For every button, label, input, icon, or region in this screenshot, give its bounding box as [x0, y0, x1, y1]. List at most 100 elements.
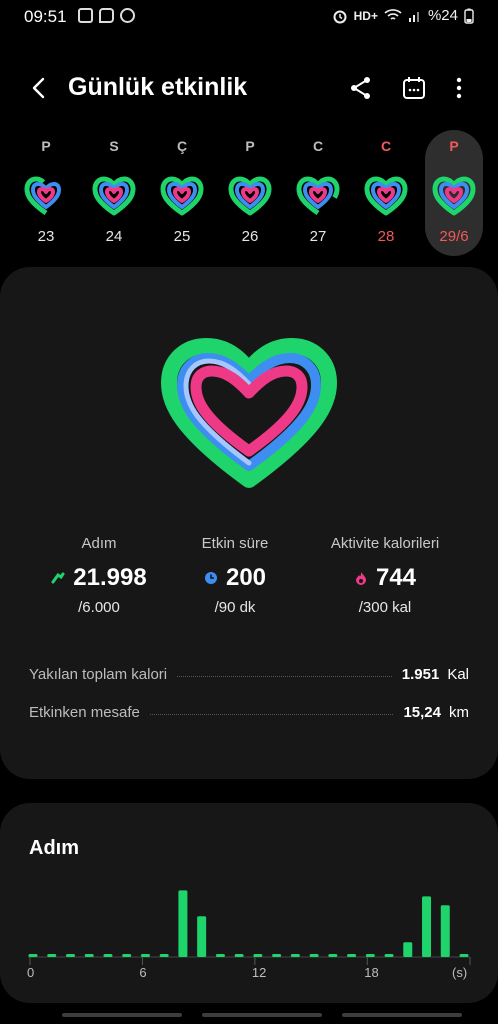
steps-chart-card[interactable]: Adım 0 6 12 18 (s): [0, 803, 498, 1003]
total-calories-label: Yakılan toplam kalori: [29, 665, 168, 683]
chart-bar[interactable]: [309, 954, 319, 957]
day-letter: C: [380, 138, 392, 154]
status-time: 09:51: [24, 7, 67, 26]
active-time-stat[interactable]: Etkin süre 200 /90 dk: [155, 535, 315, 616]
day-letter: P: [449, 138, 459, 154]
chart-bar[interactable]: [234, 954, 244, 957]
day-letter: P: [41, 138, 51, 154]
activity-summary-card: Adım 21.998 /6.000 Etkin süre 200 /90 dk…: [0, 267, 498, 779]
chart-bar[interactable]: [47, 954, 57, 957]
chart-bar[interactable]: [365, 954, 375, 957]
system-status: HD+ %24: [332, 7, 474, 24]
nav-recent-hint[interactable]: [62, 1013, 182, 1017]
chart-bar[interactable]: [347, 954, 357, 957]
dotted-leader: [149, 713, 394, 715]
message-icon: [99, 8, 114, 23]
day-number: 24: [105, 228, 123, 245]
day-activity-heart-icon: [92, 176, 136, 216]
navigation-bar: [0, 1003, 498, 1024]
day-letter: Ç: [176, 138, 188, 154]
signal-icon: [408, 11, 419, 22]
chart-bar[interactable]: [65, 954, 75, 957]
chart-bar[interactable]: [440, 905, 450, 957]
chart-bar[interactable]: [403, 942, 413, 957]
more-vert-icon[interactable]: [445, 74, 473, 102]
alarm-icon: [333, 10, 347, 23]
chart-bar[interactable]: [122, 954, 132, 957]
active-distance-row: Etkinken mesafe 15,24 km: [29, 701, 469, 723]
day-24[interactable]: S 24: [85, 130, 143, 256]
total-calories-row: Yakılan toplam kalori 1.951 Kal: [29, 663, 469, 685]
day-activity-heart-icon: [24, 176, 68, 216]
network-type: HD+: [353, 8, 378, 23]
week-selector: P 23 S 24 Ç 25 P 26 C 27 C 28 P 29/6: [12, 130, 492, 260]
calories-value: 744: [375, 564, 417, 591]
calories-stat[interactable]: Aktivite kalorileri 744 /300 kal: [305, 535, 465, 616]
x-tick-label: 18: [364, 965, 378, 980]
steps-bar-chart: 0 6 12 18 (s): [27, 890, 471, 980]
day-28[interactable]: C 28: [357, 130, 415, 256]
day-activity-heart-icon: [160, 176, 204, 216]
day-23[interactable]: P 23: [17, 130, 75, 256]
calendar-icon[interactable]: [400, 74, 428, 102]
day-29-6[interactable]: P 29/6: [425, 130, 483, 256]
chart-bar[interactable]: [84, 954, 94, 957]
day-letter: C: [312, 138, 324, 154]
active-distance-value: 15,24: [403, 703, 441, 721]
day-activity-heart-icon: [432, 176, 476, 216]
day-activity-heart-icon: [364, 176, 408, 216]
day-number: 23: [37, 228, 55, 245]
day-25[interactable]: Ç 25: [153, 130, 211, 256]
day-26[interactable]: P 26: [221, 130, 279, 256]
active-distance-unit: km: [449, 703, 469, 721]
day-activity-heart-icon: [296, 176, 340, 216]
share-icon[interactable]: [347, 74, 375, 102]
back-arrow-icon[interactable]: [26, 74, 54, 102]
chart-bar[interactable]: [159, 954, 169, 957]
clock-icon: [204, 572, 217, 584]
walking-icon: [51, 572, 65, 584]
day-activity-heart-icon: [228, 176, 272, 216]
active-time-goal: /90 dk: [214, 599, 256, 616]
chart-bar[interactable]: [290, 954, 300, 957]
chart-bar[interactable]: [103, 954, 113, 957]
total-calories-value: 1.951: [401, 665, 440, 683]
battery-icon: [464, 8, 474, 24]
chart-bar[interactable]: [384, 954, 394, 957]
chart-bar[interactable]: [253, 954, 263, 957]
calories-goal: /300 kal: [358, 599, 412, 616]
gallery-icon: [78, 8, 93, 23]
x-tick-label: 6: [139, 965, 146, 980]
steps-value: 21.998: [73, 564, 147, 591]
chart-bar[interactable]: [28, 954, 38, 957]
day-letter: S: [109, 138, 119, 154]
day-number: 26: [241, 228, 259, 245]
day-number: 27: [309, 228, 327, 245]
activity-rings-heart: [161, 338, 337, 488]
screen-record-icon: [120, 8, 135, 23]
status-bar: 09:51 HD+ %24: [0, 0, 498, 34]
chart-bar[interactable]: [459, 954, 469, 957]
chart-bar[interactable]: [197, 916, 207, 957]
chart-bar[interactable]: [178, 890, 188, 957]
day-27[interactable]: C 27: [289, 130, 347, 256]
notification-icons: [78, 8, 135, 23]
app-header: Günlük etkinlik: [0, 60, 498, 116]
calories-label: Aktivite kalorileri: [330, 535, 440, 552]
active-distance-label: Etkinken mesafe: [29, 703, 140, 721]
x-tick-label: 0: [27, 965, 34, 980]
total-calories-unit: Kal: [447, 665, 469, 683]
chart-bar[interactable]: [422, 896, 432, 957]
active-time-value: 200: [225, 564, 267, 591]
chart-bar[interactable]: [140, 954, 150, 957]
nav-back-hint[interactable]: [342, 1013, 462, 1017]
flame-icon: [355, 572, 366, 585]
chart-bar[interactable]: [272, 954, 282, 957]
nav-home-hint[interactable]: [202, 1013, 322, 1017]
chart-bar[interactable]: [215, 954, 225, 957]
day-number: 29/6: [439, 228, 469, 245]
dotted-leader: [177, 675, 392, 677]
wifi-icon: [384, 9, 402, 20]
day-number: 25: [173, 228, 191, 245]
chart-bar[interactable]: [328, 954, 338, 957]
